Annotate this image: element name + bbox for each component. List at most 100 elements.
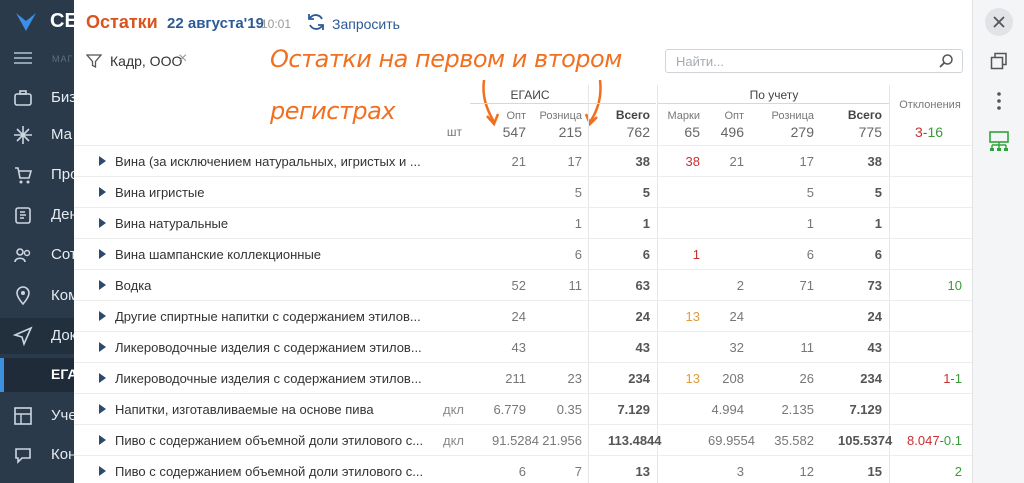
location-icon — [16, 286, 30, 306]
row-name: Вина шампанские коллекционные — [115, 247, 322, 262]
table-row[interactable]: Пиво с содержанием объемной доли этилово… — [74, 424, 972, 455]
expand-triangle-icon[interactable] — [99, 373, 106, 383]
cell-total2: 38 — [867, 154, 882, 169]
cell-total: 38 — [635, 154, 650, 169]
row-name: Вина игристые — [115, 185, 205, 200]
cell-retail2: 5 — [806, 185, 814, 200]
sparkle-icon — [14, 126, 32, 144]
report-date[interactable]: 22 августа'19 — [167, 15, 264, 32]
expand-triangle-icon[interactable] — [99, 404, 106, 414]
cell-retail2: 71 — [799, 278, 814, 293]
search-icon[interactable] — [938, 53, 954, 69]
cell-total: 43 — [635, 340, 650, 355]
cell-total: 5 — [642, 185, 650, 200]
sidebar-item-label: Про — [51, 166, 74, 183]
sidebar-item-documents[interactable]: Док — [0, 318, 74, 354]
cell-opt2: 2 — [736, 278, 744, 293]
expand-triangle-icon[interactable] — [99, 280, 106, 290]
logo-icon[interactable] — [14, 10, 38, 34]
cell-opt: 24 — [511, 309, 526, 324]
row-name: Напитки, изготавливаемые на основе пива — [115, 402, 374, 417]
copy-icon[interactable] — [990, 52, 1008, 70]
table-row[interactable]: Вина натуральные 1 1 1 1 — [74, 207, 972, 238]
expand-triangle-icon[interactable] — [99, 342, 106, 352]
cell-retail2: 26 — [799, 371, 814, 386]
sidebar-item-label: Биз — [51, 89, 74, 106]
cell-marks: 13 — [685, 371, 700, 386]
cell-opt2: 208 — [722, 371, 744, 386]
expand-triangle-icon[interactable] — [99, 249, 106, 259]
annotation-text: Остатки на первом и втором — [270, 45, 622, 73]
filter-icon[interactable] — [86, 53, 102, 69]
cell-total2: 43 — [867, 340, 882, 355]
cell-retail: 5 — [574, 185, 582, 200]
row-unit: дкл — [442, 433, 464, 448]
sidebar-item-staff[interactable]: Сот — [0, 237, 74, 273]
cell-retail: 0.35 — [556, 402, 582, 417]
expand-triangle-icon[interactable] — [99, 435, 106, 445]
cell-opt: 52 — [511, 278, 526, 293]
cell-opt2: 21 — [729, 154, 744, 169]
cell-deviation: 2 — [896, 464, 962, 479]
row-name: Водка — [115, 278, 152, 293]
table-row[interactable]: Вина (за исключением натуральных, игрист… — [74, 145, 972, 176]
sidebar-item-contacts[interactable]: Кон — [0, 437, 74, 473]
sidebar-item-marketing[interactable]: Ма — [0, 117, 74, 153]
cell-opt2: 4.994 — [711, 402, 744, 417]
sidebar-item-money[interactable]: Ден — [0, 197, 74, 233]
menu-icon[interactable] — [14, 52, 32, 64]
table-row[interactable]: Напитки, изготавливаемые на основе пива д… — [74, 393, 972, 424]
table-row[interactable]: Ликероводочные изделия с содержанием эти… — [74, 362, 972, 393]
deviation-positive: 16 — [927, 124, 944, 140]
annotation-text: регистрах — [270, 97, 396, 125]
cell-total2: 6 — [874, 247, 882, 262]
table-row[interactable]: Другие спиртные напитки с содержанием эт… — [74, 300, 972, 331]
expand-triangle-icon[interactable] — [99, 466, 106, 476]
filter-value[interactable]: Кадр, ООО — [110, 53, 182, 69]
row-unit: дкл — [442, 402, 464, 417]
sidebar-item-business[interactable]: Биз — [0, 80, 74, 116]
group-divider — [658, 103, 890, 104]
table-row[interactable]: Вина шампанские коллекционные 6 6 1 6 6 — [74, 238, 972, 269]
cell-retail2: 11 — [800, 340, 815, 355]
table-row[interactable]: Водка 52 11 63 2 71 73 10 — [74, 269, 972, 300]
group-header-accounting: По учету — [749, 88, 799, 102]
table-row[interactable]: Пиво с содержанием объемной доли этилово… — [74, 455, 972, 483]
clear-filter-icon[interactable]: × — [178, 50, 187, 68]
search-input[interactable]: Найти... — [665, 49, 963, 73]
sidebar-item-accounting[interactable]: Уче — [0, 398, 74, 434]
cell-total2: 1 — [874, 216, 882, 231]
column-header-retail2: Розница — [771, 110, 814, 122]
close-button[interactable] — [985, 8, 1013, 36]
total-deviations: 3-16 — [896, 124, 962, 140]
cell-opt: 91.5284 — [492, 433, 539, 448]
more-icon[interactable] — [997, 92, 1001, 110]
expand-triangle-icon[interactable] — [99, 218, 106, 228]
cell-opt: 211 — [505, 371, 526, 386]
brand-name: СЕ — [50, 10, 74, 32]
table-row[interactable]: Ликероводочные изделия с содержанием эти… — [74, 331, 972, 362]
refresh-icon[interactable] — [306, 12, 326, 32]
network-icon[interactable] — [988, 130, 1010, 152]
expand-triangle-icon[interactable] — [99, 187, 106, 197]
chat-icon — [15, 448, 31, 464]
expand-triangle-icon[interactable] — [99, 311, 106, 321]
cart-icon — [15, 167, 33, 184]
expand-triangle-icon[interactable] — [99, 156, 106, 166]
cell-deviation: 10 — [896, 278, 962, 293]
table-row[interactable]: Вина игристые 5 5 5 5 — [74, 176, 972, 207]
send-icon — [13, 326, 33, 346]
main-panel: Остатки 22 августа'19 10:01 Запросить Ка… — [74, 0, 972, 483]
cell-total2: 73 — [867, 278, 882, 293]
request-button[interactable]: Запросить — [332, 16, 400, 32]
deviation-positive: 0.1 — [943, 433, 962, 448]
report-time: 10:01 — [261, 17, 292, 31]
cell-retail: 11 — [568, 278, 583, 293]
sidebar-item-companies[interactable]: Ком — [0, 278, 74, 314]
cell-deviation: 1-1 — [896, 371, 962, 386]
sidebar-subitem-egais[interactable]: ЕГА — [0, 358, 74, 392]
cell-deviation: 8.047-0.1 — [896, 433, 962, 448]
cell-opt: 21 — [511, 154, 526, 169]
total-opt: 547 — [502, 124, 526, 140]
sidebar-item-sales[interactable]: Про — [0, 157, 74, 193]
